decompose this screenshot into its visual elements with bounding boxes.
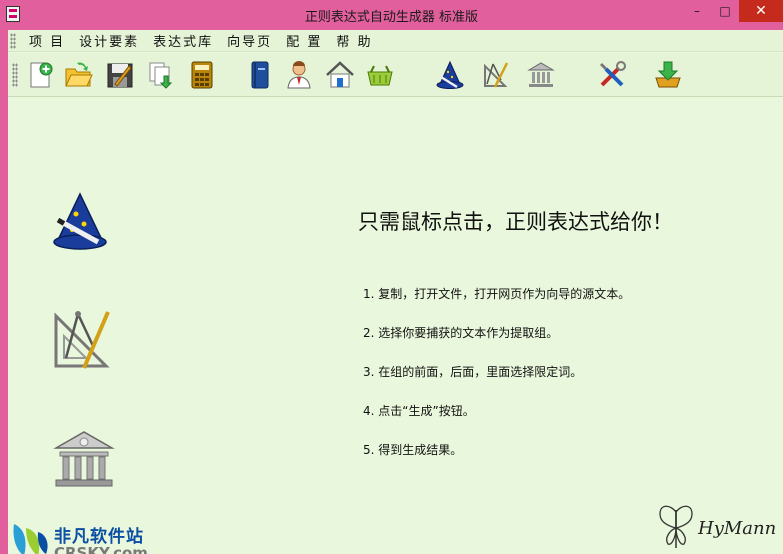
signature-text: HyMann	[698, 518, 777, 539]
step-1: 1. 复制，打开文件，打开网页作为向导的源文本。	[363, 287, 631, 301]
step-3: 3. 在组的前面，后面，里面选择限定词。	[363, 365, 583, 379]
wizard-hat-icon[interactable]	[48, 190, 112, 254]
drafting-tools-icon[interactable]	[52, 308, 116, 372]
save-icon	[107, 63, 133, 88]
download-button[interactable]	[652, 59, 684, 91]
crsky-logo-icon	[13, 524, 48, 554]
toolbar-grip[interactable]	[12, 63, 18, 87]
book-button[interactable]	[244, 59, 276, 91]
step-2: 2. 选择你要捕获的文本作为提取组。	[363, 326, 559, 340]
bank-building-icon	[527, 62, 555, 87]
tools-icon	[600, 61, 626, 87]
menu-help[interactable]: 帮 助	[329, 31, 379, 50]
main-content: 只需鼠标点击，正则表达式给你！ 1. 复制，打开文件，打开网页作为向导的源文本。…	[8, 98, 783, 554]
bank-button[interactable]	[525, 59, 557, 91]
user-icon	[287, 61, 311, 89]
minimize-button[interactable]: –	[683, 0, 711, 22]
menu-wizard-page[interactable]: 向导页	[220, 31, 279, 50]
step-5: 5. 得到生成结果。	[363, 443, 463, 457]
home-button[interactable]	[324, 59, 356, 91]
menu-expression-library[interactable]: 表达式库	[146, 31, 220, 50]
menu-grip[interactable]	[10, 32, 16, 49]
menu-bar: 项 目 设计要素 表达式库 向导页 配 置 帮 助	[8, 30, 783, 52]
drafting-tools-icon	[484, 62, 509, 88]
title-bar[interactable]: 正则表达式自动生成器 标准版 – □ ✕	[0, 0, 783, 30]
headline: 只需鼠标点击，正则表达式给你！	[358, 210, 673, 234]
copy-pages-button[interactable]	[145, 59, 177, 91]
copy-pages-icon	[149, 62, 173, 89]
menu-config[interactable]: 配 置	[279, 31, 329, 50]
watermark: 非凡软件站 CRSKY.com	[8, 522, 168, 554]
wizard-button[interactable]	[434, 59, 466, 91]
menu-project[interactable]: 项 目	[22, 31, 72, 50]
save-button[interactable]	[104, 59, 136, 91]
watermark-line2: CRSKY.com	[54, 544, 148, 554]
menu-design-elements[interactable]: 设计要素	[72, 31, 146, 50]
tools-button[interactable]	[596, 59, 628, 91]
butterfly-icon	[659, 505, 693, 548]
open-folder-icon	[65, 62, 93, 87]
user-button[interactable]	[283, 59, 315, 91]
download-icon	[655, 61, 681, 88]
signature: HyMann	[656, 502, 781, 552]
basket-button[interactable]	[364, 59, 396, 91]
home-icon	[326, 61, 354, 88]
drafting-button[interactable]	[480, 59, 512, 91]
step-4: 4. 点击“生成”按钮。	[363, 404, 475, 418]
close-button[interactable]: ✕	[739, 0, 783, 22]
app-window: 正则表达式自动生成器 标准版 – □ ✕ 项 目 设计要素 表达式库 向导页 配…	[0, 0, 783, 554]
book-icon	[251, 61, 269, 89]
steps-list: 1. 复制，打开文件，打开网页作为向导的源文本。 2. 选择你要捕获的文本作为提…	[363, 284, 630, 479]
new-document-button[interactable]	[24, 59, 56, 91]
new-document-icon	[30, 62, 53, 88]
calculator-icon	[191, 61, 213, 89]
wizard-hat-icon	[436, 60, 464, 89]
window-title: 正则表达式自动生成器 标准版	[304, 10, 479, 25]
basket-icon	[367, 65, 393, 86]
open-button[interactable]	[62, 59, 94, 91]
bank-building-icon[interactable]	[52, 428, 116, 492]
toolbar	[8, 53, 783, 97]
maximize-button[interactable]: □	[711, 0, 739, 22]
window-controls: – □ ✕	[683, 0, 783, 22]
client-area: 项 目 设计要素 表达式库 向导页 配 置 帮 助 只需鼠标点击，正则表达式给你…	[8, 30, 783, 554]
calculator-button[interactable]	[186, 59, 218, 91]
